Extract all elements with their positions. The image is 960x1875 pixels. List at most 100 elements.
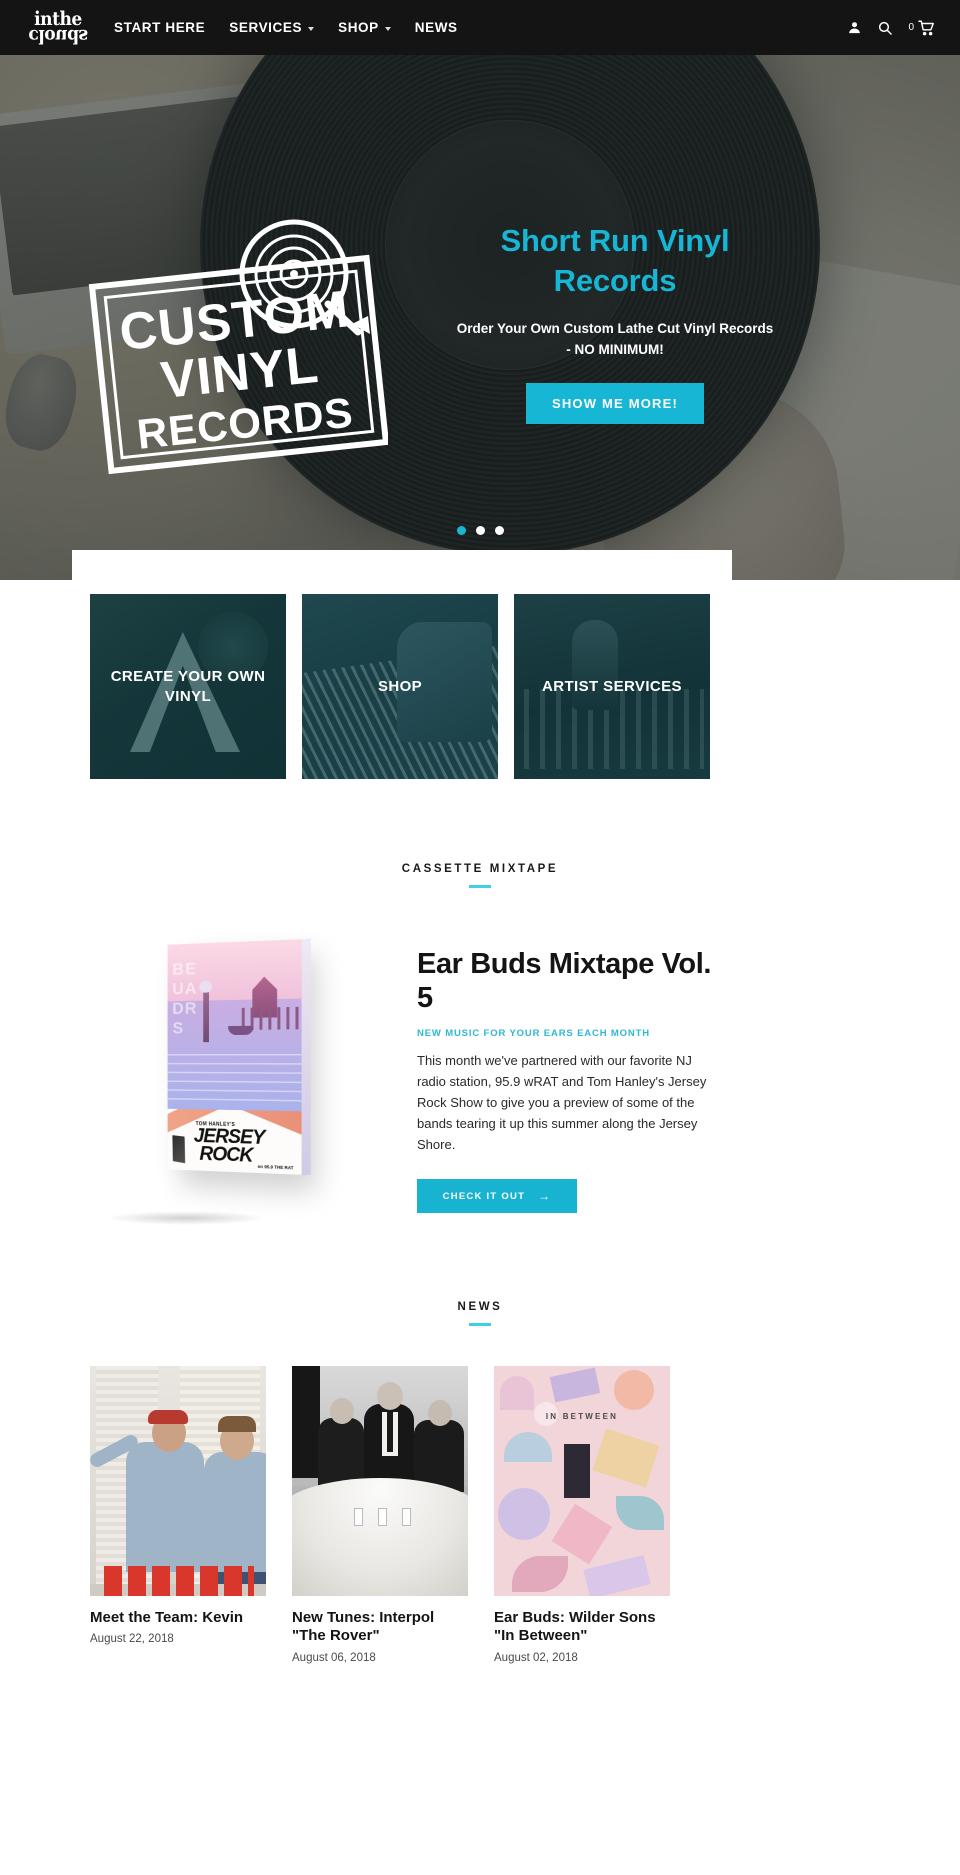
thumb-shape [616, 1496, 664, 1530]
chevron-down-icon [308, 27, 314, 31]
thumb-band-member-1-head [330, 1398, 354, 1424]
category-card-artist-services[interactable]: ARTIST SERVICES [514, 594, 710, 779]
news-card-date: August 06, 2018 [292, 1652, 468, 1664]
arrow-right-icon: → [538, 1190, 551, 1202]
mixtape-title: Ear Buds Mixtape Vol. 5 [417, 948, 717, 1015]
main-navigation: START HERE SERVICES SHOP NEWS [114, 20, 458, 35]
category-card-label: ARTIST SERVICES [532, 677, 692, 697]
category-card-label: SHOP [368, 677, 432, 697]
thumb-glass [378, 1508, 387, 1526]
cassette-shadow [106, 1211, 266, 1225]
thumb-person-2 [204, 1452, 266, 1572]
nav-item-shop[interactable]: SHOP [338, 20, 391, 35]
thumb-dark-panel [292, 1366, 320, 1478]
thumb-shape [500, 1376, 534, 1410]
nav-item-start-here[interactable]: START HERE [114, 20, 205, 35]
news-card-date: August 02, 2018 [494, 1652, 670, 1664]
user-icon[interactable] [847, 20, 862, 35]
news-section-heading: NEWS [0, 1217, 960, 1326]
label-brand-sub: on 95.9 THE RAT [257, 1164, 293, 1170]
wrat-logo [169, 1134, 188, 1165]
nav-label: SHOP [338, 20, 379, 35]
artwork-post [203, 991, 209, 1043]
cassette-spine [301, 938, 310, 1175]
news-card-title: Ear Buds: Wilder Sons "In Between" [494, 1609, 670, 1646]
artwork-boat [228, 1026, 253, 1035]
cassette-label-band: TOM HANLEY'S JERSEY ROCK on 95.9 THE RAT [167, 1109, 301, 1175]
section-title: NEWS [0, 1301, 960, 1313]
cassette-mixtape-section: CASSETTE MIXTAPE EAR BUDS TOM HANLEY'S J… [0, 779, 960, 1217]
news-thumbnail [90, 1366, 266, 1596]
show-me-more-button[interactable]: SHOW ME MORE! [526, 383, 704, 424]
thumb-shape [512, 1556, 568, 1592]
site-logo[interactable]: inthe clouds [24, 8, 92, 48]
section-title: CASSETTE MIXTAPE [0, 863, 960, 875]
thumb-tablecloth [292, 1478, 468, 1596]
chevron-down-icon [385, 27, 391, 31]
logo-line-2: clouds [24, 28, 92, 44]
thumb-person-1 [126, 1442, 204, 1572]
mixtape-feature: EAR BUDS TOM HANLEY'S JERSEY ROCK on 95.… [0, 888, 960, 1217]
hero-title: Short Run Vinyl Records [465, 221, 765, 300]
header-actions: 0 [847, 19, 936, 37]
category-cards-section: CREATE YOUR OWN VINYL SHOP ARTIST SERVIC… [0, 580, 960, 779]
news-thumbnail-image [90, 1366, 266, 1596]
thumb-shape [593, 1428, 660, 1487]
news-thumbnail-image: IN BETWEEN [494, 1366, 670, 1596]
carousel-dot-3[interactable] [495, 526, 504, 535]
cassette-case: EAR BUDS TOM HANLEY'S JERSEY ROCK on 95.… [167, 939, 301, 1175]
carousel-dots [0, 526, 960, 535]
cassette-section-heading: CASSETTE MIXTAPE [0, 779, 960, 888]
check-it-out-button[interactable]: CHECK IT OUT → [417, 1179, 577, 1213]
thumb-band-member-2-head [377, 1382, 403, 1410]
news-card-title: Meet the Team: Kevin [90, 1609, 266, 1627]
category-card-label: CREATE YOUR OWN VINYL [90, 667, 286, 706]
hero-carousel: CUSTOM VINYL RECORDS Short Run Vinyl Rec… [0, 55, 960, 580]
news-card-title: New Tunes: Interpol "The Rover" [292, 1609, 468, 1646]
thumb-glass [402, 1508, 411, 1526]
label-brand-line-2: ROCK [199, 1145, 252, 1165]
news-card[interactable]: New Tunes: Interpol "The Rover" August 0… [292, 1366, 468, 1664]
carousel-dot-1[interactable] [457, 526, 466, 535]
news-thumbnail: IN BETWEEN [494, 1366, 670, 1596]
hero-subtitle: Order Your Own Custom Lathe Cut Vinyl Re… [455, 319, 775, 361]
thumb-band-member-2-tie [387, 1412, 393, 1452]
cart-count: 0 [908, 22, 914, 33]
cassette-image: EAR BUDS TOM HANLEY'S JERSEY ROCK on 95.… [90, 942, 375, 1217]
category-card-create-your-own-vinyl[interactable]: CREATE YOUR OWN VINYL [90, 594, 286, 779]
thumb-shape [550, 1368, 600, 1403]
check-it-out-label: CHECK IT OUT [443, 1191, 526, 1202]
nav-label: NEWS [415, 20, 458, 35]
news-card-date: August 22, 2018 [90, 1633, 266, 1645]
thumb-person-2-hair [218, 1416, 256, 1432]
artwork-side-text: EAR BUDS [171, 959, 196, 1109]
site-header: inthe clouds START HERE SERVICES SHOP NE… [0, 0, 960, 55]
thumb-band-member-3-head [428, 1400, 452, 1426]
news-thumbnail [292, 1366, 468, 1596]
nav-item-news[interactable]: NEWS [415, 20, 458, 35]
category-cards: CREATE YOUR OWN VINYL SHOP ARTIST SERVIC… [0, 580, 960, 779]
nav-label: SERVICES [229, 20, 302, 35]
carousel-dot-2[interactable] [476, 526, 485, 535]
news-card[interactable]: Meet the Team: Kevin August 22, 2018 [90, 1366, 266, 1664]
mixtape-copy: Ear Buds Mixtape Vol. 5 NEW MUSIC FOR YO… [417, 942, 717, 1213]
cassette-artwork: EAR BUDS [167, 939, 301, 1111]
thumb-shape [504, 1432, 552, 1462]
artwork-bird [199, 981, 211, 993]
thumb-glass [354, 1508, 363, 1526]
news-card[interactable]: IN BETWEEN Ear Buds: Wilder Sons "In Bet… [494, 1366, 670, 1664]
mixtape-kicker: NEW MUSIC FOR YOUR EARS EACH MONTH [417, 1028, 717, 1039]
hero-content: Short Run Vinyl Records Order Your Own C… [400, 55, 830, 580]
thumb-shape [498, 1488, 550, 1540]
category-card-shop[interactable]: SHOP [302, 594, 498, 779]
search-icon[interactable] [877, 20, 893, 36]
thumb-artwork-text: IN BETWEEN [494, 1412, 670, 1421]
news-thumbnail-image [292, 1366, 468, 1596]
nav-item-services[interactable]: SERVICES [229, 20, 314, 35]
thumb-shape [564, 1444, 590, 1498]
page-tail [0, 1664, 960, 1668]
mixtape-body: This month we've partnered with our favo… [417, 1050, 717, 1155]
cart-icon [917, 19, 936, 37]
thumb-person-1-cap [148, 1410, 188, 1424]
cart-button[interactable]: 0 [908, 19, 936, 37]
